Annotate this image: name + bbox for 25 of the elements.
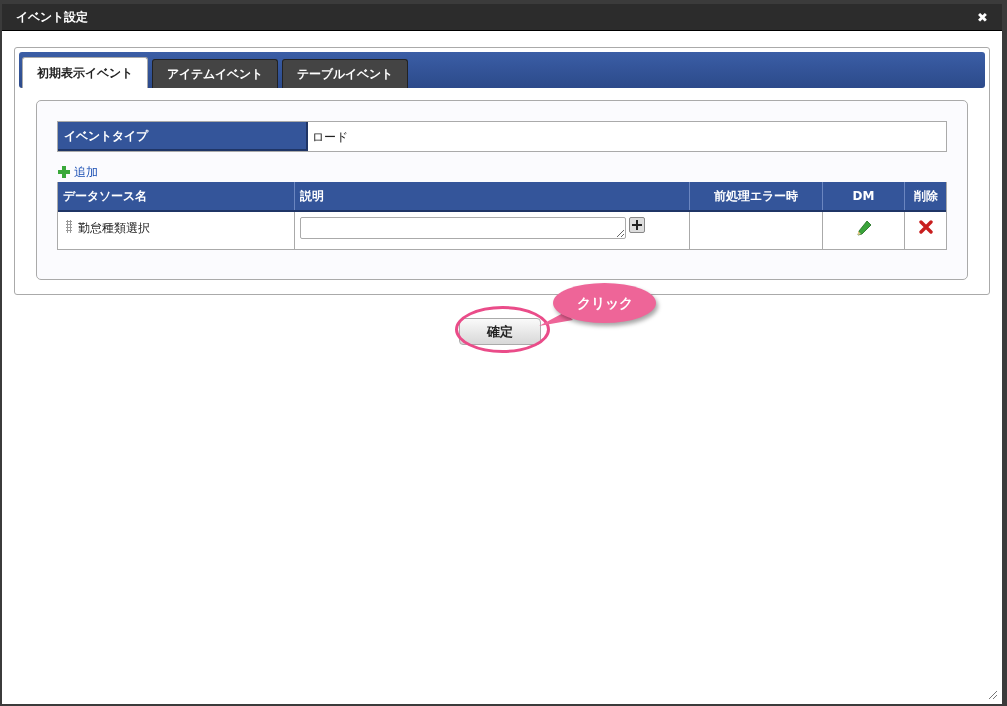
close-icon bbox=[918, 220, 933, 234]
resize-grip-icon[interactable] bbox=[988, 690, 998, 700]
value-cell: ロード bbox=[308, 122, 946, 151]
plus-icon bbox=[57, 165, 71, 179]
column-header: 前処理エラー時 bbox=[690, 182, 823, 210]
pencil-icon bbox=[855, 220, 872, 236]
datasource-name: 勤怠種類選択 bbox=[78, 220, 150, 237]
plus-icon bbox=[632, 220, 642, 230]
delete-button[interactable] bbox=[918, 220, 933, 234]
window-title: イベント設定 bbox=[16, 9, 88, 26]
column-header: データソース名 bbox=[58, 182, 295, 210]
column-header: DM bbox=[823, 182, 905, 210]
description-field[interactable] bbox=[300, 217, 626, 239]
tab[interactable]: テーブルイベント bbox=[282, 59, 408, 88]
tab[interactable]: アイテムイベント bbox=[152, 59, 278, 88]
label-cell: イベントタイプ bbox=[58, 122, 308, 151]
tab[interactable]: 初期表示イベント bbox=[22, 57, 148, 88]
drag-handle-icon[interactable] bbox=[66, 220, 72, 233]
column-header: 削除 bbox=[912, 188, 939, 205]
close-button[interactable]: ✖ bbox=[977, 10, 988, 24]
expand-button[interactable] bbox=[629, 217, 645, 233]
confirm-button[interactable]: 確定 bbox=[458, 318, 541, 345]
column-header: 説明 bbox=[295, 182, 690, 210]
add-link[interactable]: 追加 bbox=[74, 163, 98, 181]
edit-button[interactable] bbox=[855, 220, 872, 236]
